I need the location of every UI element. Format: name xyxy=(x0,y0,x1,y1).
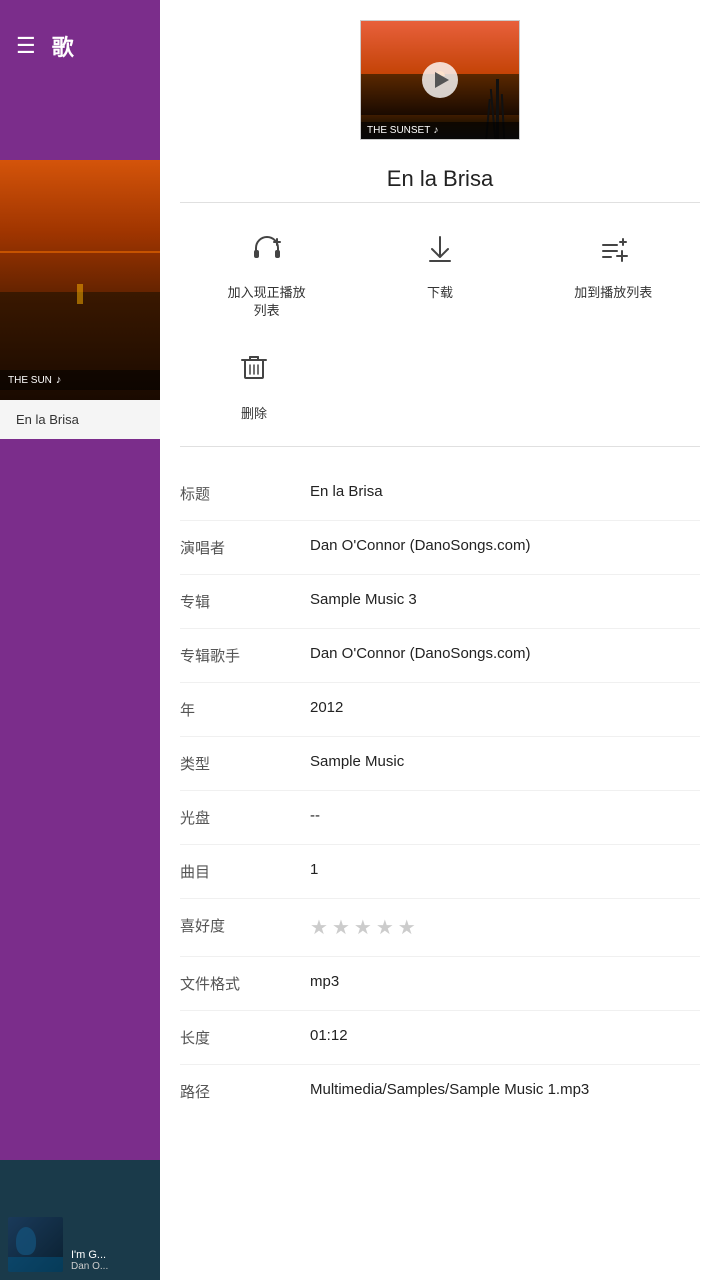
add-to-playlist-label: 加到播放列表 xyxy=(574,284,652,302)
sidebar-song-title: En la Brisa xyxy=(0,400,160,439)
info-value-title: En la Brisa xyxy=(310,483,700,500)
add-to-playlist-button[interactable]: 加到播放列表 xyxy=(563,231,663,320)
sidebar-bottom-album: I'm G... Dan O... xyxy=(0,1160,160,1280)
star-2[interactable]: ★ xyxy=(332,915,350,940)
info-row-album: 专辑 Sample Music 3 xyxy=(180,575,700,629)
info-value-artist: Dan O'Connor (DanoSongs.com) xyxy=(310,537,700,554)
info-value-format: mp3 xyxy=(310,973,700,990)
star-rating[interactable]: ★ ★ ★ ★ ★ xyxy=(310,915,700,940)
info-value-album-artist: Dan O'Connor (DanoSongs.com) xyxy=(310,645,700,662)
add-to-now-playing-button[interactable]: 加入现正播放列表 xyxy=(217,231,317,320)
delete-row: 删除 xyxy=(160,340,720,446)
info-label-rating: 喜好度 xyxy=(180,915,310,936)
info-row-format: 文件格式 mp3 xyxy=(180,957,700,1011)
info-label-album-artist: 专辑歌手 xyxy=(180,645,310,666)
info-row-path: 路径 Multimedia/Samples/Sample Music 1.mp3 xyxy=(180,1065,700,1118)
delete-label: 删除 xyxy=(241,403,267,422)
main-panel: THE SUNSET ♪ En la Brisa 加入现正播放列表 xyxy=(160,0,720,1280)
info-label-artist: 演唱者 xyxy=(180,537,310,558)
info-label-track: 曲目 xyxy=(180,861,310,882)
info-label-format: 文件格式 xyxy=(180,973,310,994)
add-to-playlist-icon xyxy=(595,231,631,272)
star-1[interactable]: ★ xyxy=(310,915,328,940)
info-label-duration: 长度 xyxy=(180,1027,310,1048)
star-3[interactable]: ★ xyxy=(354,915,372,940)
song-title: En la Brisa xyxy=(160,150,720,202)
info-value-track: 1 xyxy=(310,861,700,878)
download-icon xyxy=(422,231,458,272)
info-label-title: 标题 xyxy=(180,483,310,504)
info-row-genre: 类型 Sample Music xyxy=(180,737,700,791)
info-row-rating: 喜好度 ★ ★ ★ ★ ★ xyxy=(180,899,700,957)
info-row-artist: 演唱者 Dan O'Connor (DanoSongs.com) xyxy=(180,521,700,575)
info-value-disc: -- xyxy=(310,807,700,824)
info-label-album: 专辑 xyxy=(180,591,310,612)
actions-row: 加入现正播放列表 下载 xyxy=(160,203,720,340)
info-value-duration: 01:12 xyxy=(310,1027,700,1044)
album-art[interactable]: THE SUNSET ♪ xyxy=(360,20,520,140)
info-row-album-artist: 专辑歌手 Dan O'Connor (DanoSongs.com) xyxy=(180,629,700,683)
sidebar-album-image: THE SUN ♪ xyxy=(0,160,160,400)
menu-icon[interactable]: ☰ xyxy=(16,33,36,59)
sidebar: ☰ 歌 THE SUN ♪ En la Brisa I'm G... Dan O… xyxy=(0,0,160,1280)
sidebar-header: ☰ 歌 xyxy=(0,0,160,82)
sidebar-album-label: THE SUN ♪ xyxy=(0,370,160,390)
download-button[interactable]: 下载 xyxy=(390,231,490,320)
info-label-genre: 类型 xyxy=(180,753,310,774)
info-value-genre: Sample Music xyxy=(310,753,700,770)
delete-button[interactable]: 删除 xyxy=(204,348,304,422)
info-row-disc: 光盘 -- xyxy=(180,791,700,845)
album-art-container: THE SUNSET ♪ xyxy=(160,0,720,150)
play-triangle-icon xyxy=(435,72,449,88)
sidebar-music-note: ♪ xyxy=(56,374,62,386)
info-row-track: 曲目 1 xyxy=(180,845,700,899)
album-title-text: THE SUNSET xyxy=(367,125,430,136)
info-label-disc: 光盘 xyxy=(180,807,310,828)
bottom-album-artist: Dan O... xyxy=(71,1261,108,1272)
album-music-note-icon: ♪ xyxy=(433,125,438,136)
info-value-path: Multimedia/Samples/Sample Music 1.mp3 xyxy=(310,1081,700,1098)
info-value-year: 2012 xyxy=(310,699,700,716)
info-table: 标题 En la Brisa 演唱者 Dan O'Connor (DanoSon… xyxy=(160,447,720,1158)
info-value-rating[interactable]: ★ ★ ★ ★ ★ xyxy=(310,915,700,940)
album-art-label: THE SUNSET ♪ xyxy=(361,122,519,139)
bottom-album-song: I'm G... xyxy=(71,1249,108,1261)
add-to-now-playing-label: 加入现正播放列表 xyxy=(228,284,306,320)
info-label-path: 路径 xyxy=(180,1081,310,1102)
play-button-overlay[interactable] xyxy=(422,62,458,98)
info-row-year: 年 2012 xyxy=(180,683,700,737)
sidebar-title: 歌 xyxy=(52,30,74,62)
star-5[interactable]: ★ xyxy=(398,915,416,940)
info-row-duration: 长度 01:12 xyxy=(180,1011,700,1065)
sidebar-album-area: THE SUN ♪ En la Brisa xyxy=(0,160,160,439)
download-label: 下载 xyxy=(427,284,453,302)
info-label-year: 年 xyxy=(180,699,310,720)
add-to-now-playing-icon xyxy=(249,231,285,272)
star-4[interactable]: ★ xyxy=(376,915,394,940)
delete-trash-icon xyxy=(236,348,272,391)
info-value-album: Sample Music 3 xyxy=(310,591,700,608)
info-row-title: 标题 En la Brisa xyxy=(180,467,700,521)
